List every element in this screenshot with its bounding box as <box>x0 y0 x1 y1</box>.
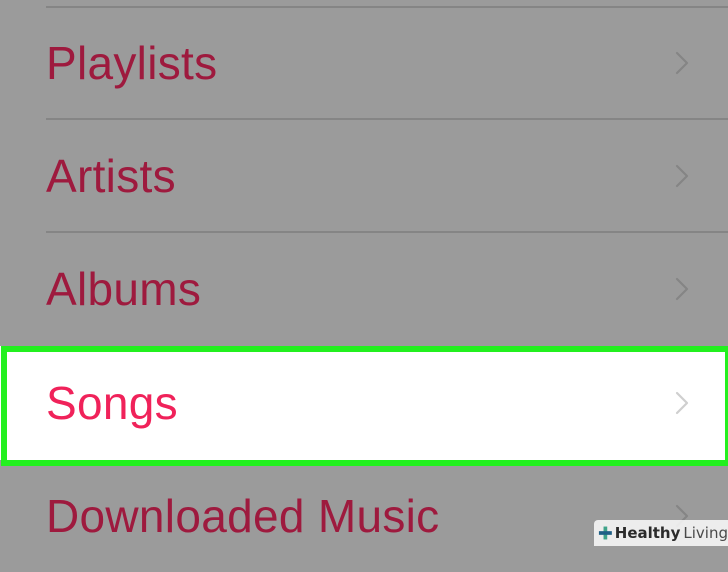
menu-item-albums[interactable]: Albums <box>0 233 728 345</box>
menu-item-label: Playlists <box>46 37 218 89</box>
chevron-right-icon <box>675 277 689 301</box>
menu-item-playlists[interactable]: Playlists <box>0 7 728 119</box>
watermark-text-regular: Living <box>683 524 728 542</box>
menu-item-artists[interactable]: Artists <box>0 120 728 232</box>
menu-item-downloaded-music[interactable]: Downloaded Music <box>0 460 728 572</box>
chevron-right-icon <box>675 164 689 188</box>
menu-item-label: Downloaded Music <box>46 490 440 542</box>
chevron-right-icon <box>675 391 689 415</box>
chevron-right-icon <box>675 51 689 75</box>
plus-cross-icon <box>598 526 612 540</box>
watermark: Healthy Living <box>594 520 728 546</box>
watermark-text-bold: Healthy <box>614 524 681 542</box>
menu-item-label: Albums <box>46 263 202 315</box>
menu-item-label: Songs <box>46 377 178 429</box>
music-library-screen: Playlists Artists Albums Songs Downloade… <box>0 0 728 546</box>
menu-item-songs[interactable]: Songs <box>0 346 728 460</box>
menu-item-label: Artists <box>46 150 176 202</box>
